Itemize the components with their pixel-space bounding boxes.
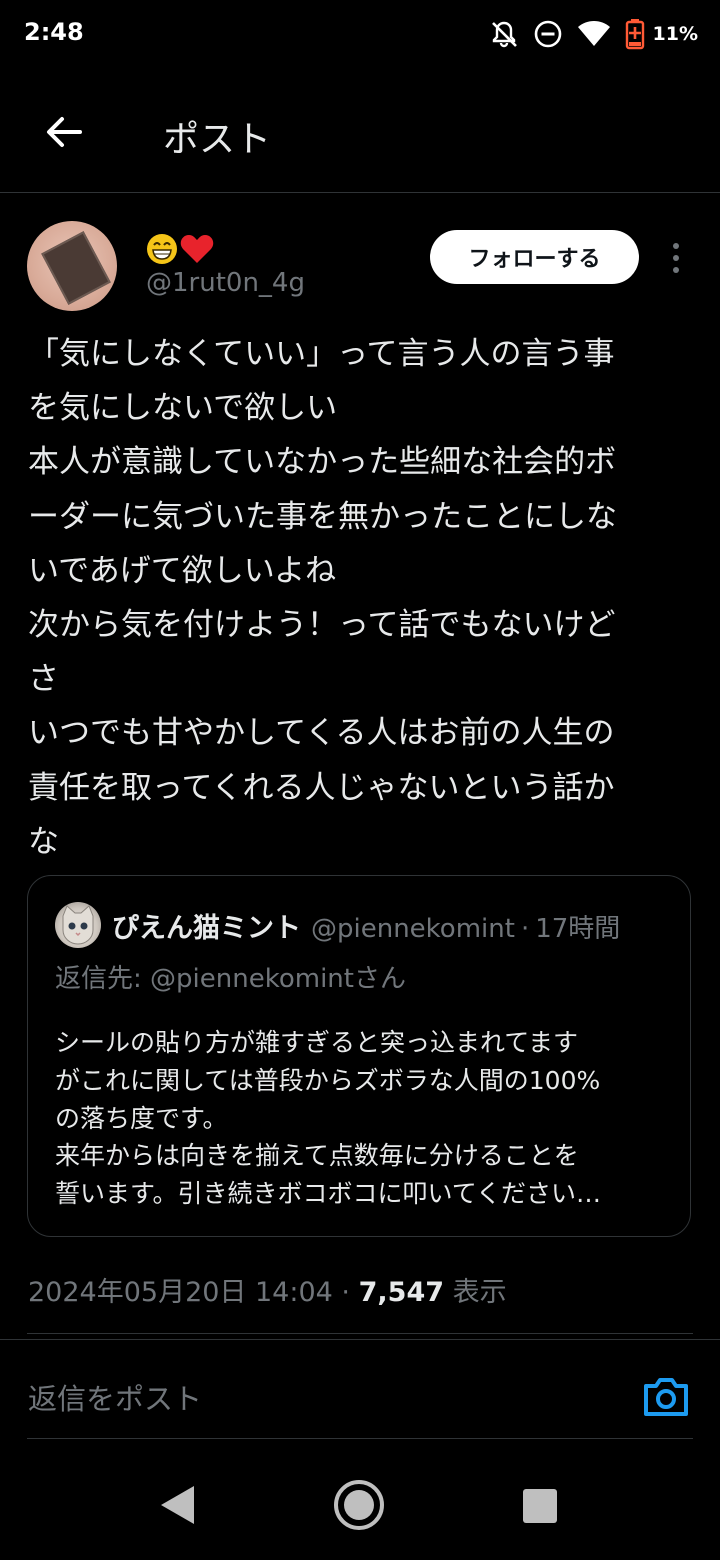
quote-separator: ·: [520, 914, 530, 944]
quote-header: ぴえん猫ミント @piennekomint · 17時間: [112, 906, 620, 945]
red-heart-icon: [180, 235, 214, 263]
grinning-face-icon: [147, 234, 177, 264]
reply-divider: [27, 1438, 693, 1439]
wifi-icon: [577, 21, 610, 46]
do-not-disturb-icon: [534, 20, 561, 48]
more-dot-icon: [673, 267, 679, 273]
post-line: を気にしないで欲しい: [28, 390, 338, 427]
nav-home-icon[interactable]: [332, 1478, 386, 1532]
view-label: 表示: [452, 1277, 507, 1308]
page-title: ポスト: [163, 119, 272, 160]
meta-divider: [27, 1333, 693, 1334]
author-handle[interactable]: @1rut0n_4g: [146, 268, 305, 298]
arrow-left-icon: [47, 117, 82, 147]
status-time: 2:48: [24, 18, 84, 46]
quote-author-handle: @piennekomint: [311, 914, 515, 944]
more-options-button[interactable]: [662, 238, 690, 278]
back-button[interactable]: [40, 108, 88, 156]
post-line: ーダーに気づいた事を無かったことにしな: [28, 498, 617, 535]
quote-line: シールの貼り方が雑すぎると突っ込まれてます: [55, 1028, 579, 1057]
post-line: さ: [28, 661, 59, 698]
meta-separator: ·: [341, 1277, 351, 1308]
status-icons: 11%: [489, 16, 698, 52]
camera-icon: [644, 1378, 688, 1416]
post-text: 「気にしなくていい」って言う人の言う事 を気にしないで欲しい 本人が意識していな…: [28, 327, 692, 869]
post-line: いつでも甘やかしてくる人はお前の人生の: [28, 715, 615, 752]
battery-charging-icon: [625, 19, 644, 50]
quote-line: 来年からは向きを揃えて点数毎に分けることを: [55, 1141, 579, 1171]
author-avatar[interactable]: [27, 221, 117, 311]
post-line: 次から気を付けよう！って話でもないけど: [28, 606, 616, 643]
cat-avatar-icon: [62, 905, 94, 945]
quote-author-avatar: [55, 902, 101, 948]
section-divider: [0, 1339, 720, 1340]
post-line: 本人が意識していなかった些細な社会的ボ: [28, 444, 617, 481]
more-dot-icon: [673, 255, 679, 261]
post-line: 「気にしなくていい」って言う人の言う事: [28, 336, 615, 372]
quote-line: がこれに関しては普段からズボラな人間の100%: [55, 1065, 601, 1095]
post-datetime: 2024年05月20日 14:04: [28, 1277, 333, 1308]
quote-timestamp: 17時間: [535, 914, 621, 944]
quote-author-name: ぴえん猫ミント: [112, 913, 301, 944]
quote-line: 誓います。引き続きボコボコに叩いてください…: [55, 1179, 602, 1209]
battery-percentage: 11%: [652, 23, 698, 45]
notifications-off-icon: [491, 21, 517, 48]
post-meta: 2024年05月20日 14:04 · 7,547 表示: [28, 1270, 507, 1309]
nav-recents-icon[interactable]: [523, 1489, 557, 1523]
author-display-name[interactable]: [146, 232, 214, 266]
quote-text: シールの貼り方が雑すぎると突っ込まれてます がこれに関しては普段からズボラな人間…: [55, 1024, 675, 1213]
post-line: 責任を取ってくれる人じゃないという話か: [28, 769, 615, 806]
avatar-image: [41, 231, 111, 305]
more-dot-icon: [673, 243, 679, 249]
header-divider: [0, 192, 720, 193]
view-count[interactable]: 7,547: [359, 1277, 444, 1308]
quote-reply-to: 返信先: @piennekomintさん: [55, 964, 406, 994]
quoted-post-card[interactable]: ぴえん猫ミント @piennekomint · 17時間 返信先: @pienn…: [27, 875, 691, 1237]
camera-button[interactable]: [642, 1374, 690, 1420]
post-line: な: [28, 823, 59, 860]
quote-line: の落ち度です。: [55, 1103, 228, 1133]
post-line: いであげて欲しいよね: [28, 552, 337, 589]
follow-button[interactable]: フォローする: [430, 230, 639, 284]
nav-back-icon[interactable]: [158, 1484, 196, 1526]
reply-input[interactable]: 返信をポスト: [28, 1376, 202, 1418]
